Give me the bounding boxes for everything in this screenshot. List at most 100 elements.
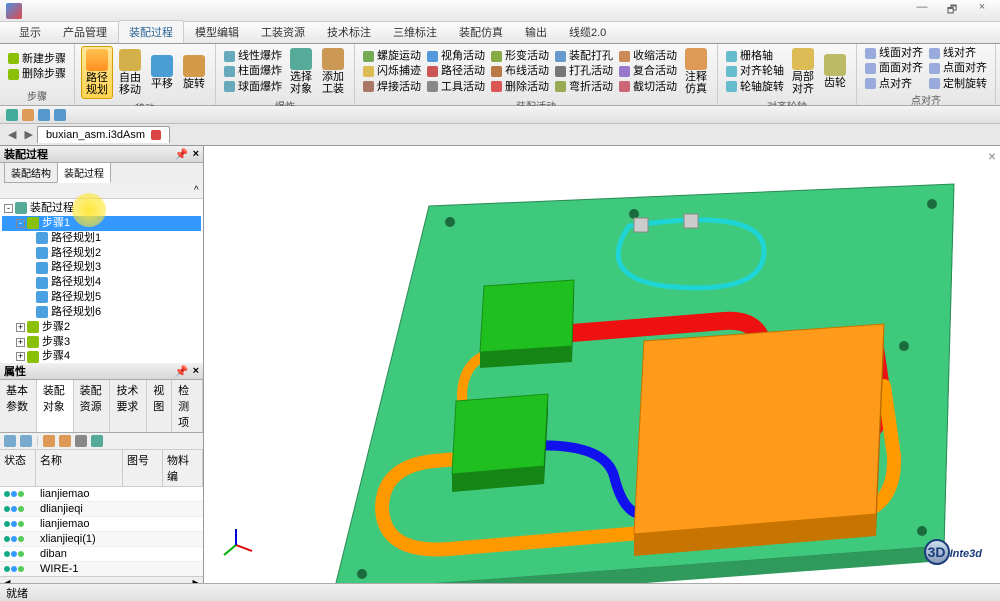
del-act-button[interactable]: 删除活动 bbox=[489, 80, 551, 94]
qat-undo-icon[interactable] bbox=[38, 109, 50, 121]
tab-product[interactable]: 产品管理 bbox=[52, 20, 118, 43]
select-obj-button[interactable]: 选择对象 bbox=[286, 46, 316, 97]
weld-button[interactable]: 焊接活动 bbox=[361, 80, 423, 94]
props-tool2-icon[interactable] bbox=[20, 435, 32, 447]
3d-viewport[interactable]: × bbox=[204, 146, 1000, 583]
group-step: 新建步骤 删除步骤 步骤 bbox=[0, 44, 75, 105]
custom-rot-button[interactable]: 定制旋转 bbox=[927, 77, 989, 91]
tab-cable2[interactable]: 线缆2.0 bbox=[558, 20, 617, 43]
gear-button[interactable]: 齿轮 bbox=[820, 52, 850, 91]
assemble-hole-button[interactable]: 装配打孔 bbox=[553, 49, 615, 63]
tree-path[interactable]: 路径规划1 bbox=[2, 231, 201, 246]
shrink-button[interactable]: 收缩活动 bbox=[617, 49, 679, 63]
pin-icon[interactable]: 📌 bbox=[175, 148, 189, 161]
tab-3d-note[interactable]: 三维标注 bbox=[382, 20, 448, 43]
doc-close-icon[interactable] bbox=[151, 130, 161, 140]
ptab-resources[interactable]: 装配资源 bbox=[74, 380, 111, 432]
tree-path[interactable]: 路径规划3 bbox=[2, 260, 201, 275]
props-tool3-icon[interactable] bbox=[43, 435, 55, 447]
wire-button[interactable]: 布线活动 bbox=[489, 64, 551, 78]
lineline-button[interactable]: 线对齐 bbox=[927, 46, 989, 60]
new-step-button[interactable]: 新建步骤 bbox=[6, 52, 68, 66]
tree-step[interactable]: +步骤4 bbox=[2, 349, 201, 363]
tab-tech-note[interactable]: 技术标注 bbox=[316, 20, 382, 43]
tree-path[interactable]: 路径规划4 bbox=[2, 275, 201, 290]
tree-path[interactable]: 路径规划5 bbox=[2, 290, 201, 305]
comment-sim-button[interactable]: 注释仿真 bbox=[681, 46, 711, 97]
parallel-button[interactable]: 平移 bbox=[147, 53, 177, 92]
facealign-button[interactable]: 点对齐 bbox=[863, 77, 925, 91]
pointpoint-button[interactable]: 点面对齐 bbox=[927, 61, 989, 75]
tree-step[interactable]: +步骤3 bbox=[2, 335, 201, 350]
tab-fixture[interactable]: 工装资源 bbox=[250, 20, 316, 43]
qat-redo-icon[interactable] bbox=[54, 109, 66, 121]
tab-display[interactable]: 显示 bbox=[8, 20, 52, 43]
restore-button[interactable]: 🗗 bbox=[940, 1, 964, 20]
ptab-check[interactable]: 检测项 bbox=[172, 380, 203, 432]
deform-button[interactable]: 形变活动 bbox=[489, 49, 551, 63]
tree-path[interactable]: 路径规划2 bbox=[2, 246, 201, 261]
doc-scroll-left-icon[interactable]: ◀ bbox=[4, 128, 20, 141]
punch-button[interactable]: 打孔活动 bbox=[553, 64, 615, 78]
ptab-tech[interactable]: 技术要求 bbox=[110, 380, 147, 432]
tab-assembly-process[interactable]: 装配过程 bbox=[118, 20, 184, 43]
delete-step-button[interactable]: 删除步骤 bbox=[6, 67, 68, 81]
qat-save-icon[interactable] bbox=[6, 109, 18, 121]
props-close-icon[interactable]: × bbox=[193, 365, 199, 377]
add-tool-button[interactable]: 添加工装 bbox=[318, 46, 348, 97]
tool-act-button[interactable]: 工具活动 bbox=[425, 80, 487, 94]
tab-assembly-sim[interactable]: 装配仿真 bbox=[448, 20, 514, 43]
qat-open-icon[interactable] bbox=[22, 109, 34, 121]
props-grid[interactable]: 状态 名称 图号 物料编 lianjiemaodlianjieqilianjie… bbox=[0, 450, 203, 576]
path-plan-button[interactable]: 路径规划 bbox=[81, 46, 113, 99]
doc-tab[interactable]: buxian_asm.i3dAsm bbox=[37, 126, 170, 143]
table-row[interactable]: lianjiemao bbox=[0, 517, 203, 532]
table-row[interactable]: WIRE-1 bbox=[0, 562, 203, 576]
view-act-button[interactable]: 视角活动 bbox=[425, 49, 487, 63]
faceface2-button[interactable]: 面面对齐 bbox=[863, 61, 925, 75]
panel-close-icon[interactable]: × bbox=[193, 148, 199, 160]
rotate-button[interactable]: 旋转 bbox=[179, 53, 209, 92]
doc-scroll-right-icon[interactable]: ▶ bbox=[20, 128, 36, 141]
props-tool1-icon[interactable] bbox=[4, 435, 16, 447]
tree-root[interactable]: -装配过程 bbox=[2, 201, 201, 216]
table-row[interactable]: diban bbox=[0, 547, 203, 562]
flash-button[interactable]: 闪烁捕迹 bbox=[361, 64, 423, 78]
panel-hscroll[interactable]: ◀▶ bbox=[0, 576, 203, 583]
ptab-basic[interactable]: 基本参数 bbox=[0, 380, 37, 432]
gridaxis-button[interactable]: 栅格轴 bbox=[724, 49, 786, 63]
tree-panel-title: 装配过程 bbox=[4, 146, 48, 162]
minimize-button[interactable]: — bbox=[910, 1, 934, 20]
axisalign-button[interactable]: 对齐轮轴 bbox=[724, 64, 786, 78]
tree-step[interactable]: +步骤2 bbox=[2, 320, 201, 335]
cut-button[interactable]: 截切活动 bbox=[617, 80, 679, 94]
cyl-explode-button[interactable]: 柱面爆炸 bbox=[222, 64, 284, 78]
path-act-button[interactable]: 路径活动 bbox=[425, 64, 487, 78]
axisrot-button[interactable]: 轮轴旋转 bbox=[724, 80, 786, 94]
table-row[interactable]: lianjiemao bbox=[0, 487, 203, 502]
tree-step1[interactable]: -步骤1 bbox=[2, 216, 201, 231]
ptab-objects[interactable]: 装配对象 bbox=[37, 380, 74, 432]
props-tool5-icon[interactable] bbox=[75, 435, 87, 447]
local-align-button[interactable]: 局部对齐 bbox=[788, 46, 818, 97]
table-row[interactable]: xlianjieqi(1) bbox=[0, 532, 203, 547]
composite-button[interactable]: 复合活动 bbox=[617, 64, 679, 78]
props-tool6-icon[interactable] bbox=[91, 435, 103, 447]
bend-button[interactable]: 弯折活动 bbox=[553, 80, 615, 94]
free-move-button[interactable]: 自由移动 bbox=[115, 47, 145, 98]
ptab-view[interactable]: 视图 bbox=[147, 380, 172, 432]
sph-explode-button[interactable]: 球面爆炸 bbox=[222, 80, 284, 94]
props-pin-icon[interactable]: 📌 bbox=[175, 365, 189, 378]
spiral-button[interactable]: 螺旋运动 bbox=[361, 49, 423, 63]
subtab-structure[interactable]: 装配结构 bbox=[4, 162, 58, 183]
table-row[interactable]: dlianjieqi bbox=[0, 502, 203, 517]
tab-model-edit[interactable]: 模型编辑 bbox=[184, 20, 250, 43]
close-button[interactable]: × bbox=[970, 1, 994, 20]
linear-explode-button[interactable]: 线性爆炸 bbox=[222, 49, 284, 63]
props-tool4-icon[interactable] bbox=[59, 435, 71, 447]
faceface-button[interactable]: 线面对齐 bbox=[863, 46, 925, 60]
tab-output[interactable]: 输出 bbox=[514, 20, 558, 43]
tree-path[interactable]: 路径规划6 bbox=[2, 305, 201, 320]
assembly-tree[interactable]: -装配过程 -步骤1 路径规划1路径规划2路径规划3路径规划4路径规划5路径规划… bbox=[0, 199, 203, 363]
subtab-process[interactable]: 装配过程 bbox=[57, 162, 111, 183]
